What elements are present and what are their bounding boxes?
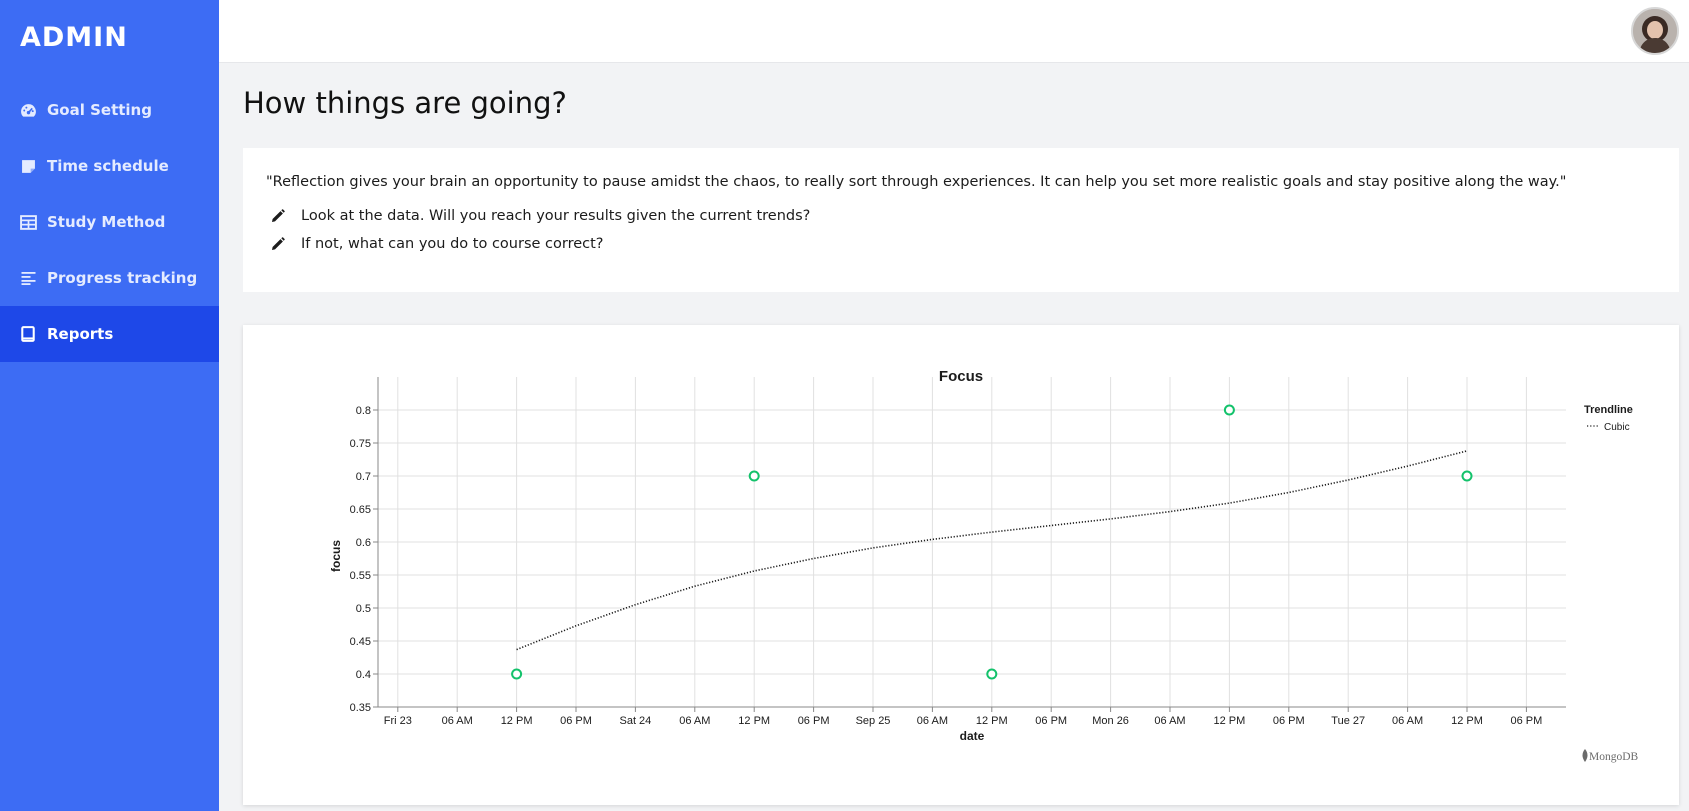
mongodb-watermark: MongoDB <box>1582 749 1639 763</box>
x-tick-label: 06 PM <box>1273 715 1305 727</box>
y-tick-label: 0.75 <box>350 438 371 450</box>
tip-text: Look at the data. Will you reach your re… <box>301 208 811 224</box>
x-tick-label: 12 PM <box>976 715 1008 727</box>
note-icon <box>19 157 37 175</box>
sidebar-item-label: Progress tracking <box>47 269 198 287</box>
sidebar-item-progress-tracking[interactable]: Progress tracking <box>0 250 219 306</box>
sidebar-item-goal-setting[interactable]: Goal Setting <box>0 82 219 138</box>
y-tick-label: 0.45 <box>350 636 371 648</box>
data-point <box>511 668 523 680</box>
data-point <box>748 470 760 482</box>
focus-chart[interactable]: Focus 0.350.40.450.50.550.60.650.70.750.… <box>243 325 1679 805</box>
x-axis-ticks: Fri 23 06 AM 12 PM 06 PM Sat 24 06 AM 12 PM 06 … <box>384 707 1542 727</box>
x-tick-label: 06 PM <box>560 715 592 727</box>
data-point <box>986 668 998 680</box>
y-tick-label: 0.65 <box>350 504 371 516</box>
x-tick-label: 12 PM <box>1451 715 1483 727</box>
x-tick-label: 12 PM <box>1214 715 1246 727</box>
watermark-text: MongoDB <box>1589 751 1639 763</box>
user-avatar[interactable] <box>1631 7 1679 55</box>
x-tick-label: 06 PM <box>1511 715 1543 727</box>
focus-chart-card: Focus 0.35 0.4 0.45 0.5 0.55 0.6 0.65 0.7 0.75 0.… <box>243 325 1679 805</box>
brand-logo[interactable]: ADMIN <box>0 0 219 82</box>
x-tick-label: 06 PM <box>1035 715 1067 727</box>
sidebar-item-time-schedule[interactable]: Time schedule <box>0 138 219 194</box>
pencil-icon <box>271 237 285 251</box>
page-title: How things are going? <box>243 86 567 120</box>
x-tick-label: 06 AM <box>442 715 473 727</box>
sidebar-item-label: Study Method <box>47 213 166 231</box>
x-tick-label: Sep 25 <box>856 715 891 727</box>
y-tick-label: 0.4 <box>356 669 371 681</box>
tip-item: Look at the data. Will you reach your re… <box>266 208 1679 224</box>
x-tick-label: 06 AM <box>1154 715 1185 727</box>
x-tick-label: 12 PM <box>738 715 770 727</box>
legend-entry-cubic: Cubic <box>1604 422 1630 433</box>
mongodb-leaf-icon <box>1582 749 1588 762</box>
table-icon <box>19 213 37 231</box>
sidebar: ADMIN Goal Setting Time schedule Study M… <box>0 0 219 811</box>
pencil-icon <box>271 209 285 223</box>
align-left-icon <box>19 269 37 287</box>
x-tick-label: Mon 26 <box>1092 715 1129 727</box>
chart-legend: Trendline Cubic <box>1584 404 1633 433</box>
sidebar-item-label: Time schedule <box>47 157 169 175</box>
data-point <box>1461 470 1473 482</box>
x-tick-label: 06 AM <box>1392 715 1423 727</box>
tip-item: If not, what can you do to course correc… <box>266 236 1679 252</box>
sidebar-item-label: Reports <box>47 325 114 343</box>
x-tick-label: Tue 27 <box>1331 715 1365 727</box>
y-axis-title: focus <box>329 540 343 572</box>
y-axis-ticks: 0.35 0.4 0.45 0.5 0.55 0.6 0.65 0.7 0.75 0.8 <box>350 405 378 714</box>
x-tick-label: Fri 23 <box>384 715 412 727</box>
chart-grid <box>378 377 1566 708</box>
chart-title: Focus <box>939 368 983 385</box>
reflection-card: "Reflection gives your brain an opportun… <box>243 148 1679 292</box>
y-tick-label: 0.7 <box>356 471 371 483</box>
x-tick-label: 06 PM <box>798 715 830 727</box>
x-tick-label: 06 AM <box>679 715 710 727</box>
sidebar-item-label: Goal Setting <box>47 101 152 119</box>
sidebar-item-reports[interactable]: Reports <box>0 306 219 362</box>
data-point <box>1223 404 1235 416</box>
y-tick-label: 0.5 <box>356 603 371 615</box>
x-tick-label: 06 AM <box>917 715 948 727</box>
reflection-quote: "Reflection gives your brain an opportun… <box>266 174 1567 190</box>
y-tick-label: 0.6 <box>356 537 371 549</box>
sidebar-item-study-method[interactable]: Study Method <box>0 194 219 250</box>
tip-text: If not, what can you do to course correc… <box>301 236 604 252</box>
x-tick-label: 12 PM <box>501 715 533 727</box>
speedometer-icon <box>19 101 37 119</box>
top-bar <box>219 0 1689 63</box>
y-tick-label: 0.35 <box>350 702 371 714</box>
x-tick-label: Sat 24 <box>619 715 651 727</box>
y-tick-label: 0.8 <box>356 405 371 417</box>
tablet-icon <box>19 325 37 343</box>
y-tick-label: 0.55 <box>350 570 371 582</box>
x-axis-title: date <box>960 729 985 743</box>
legend-title: Trendline <box>1584 404 1633 416</box>
